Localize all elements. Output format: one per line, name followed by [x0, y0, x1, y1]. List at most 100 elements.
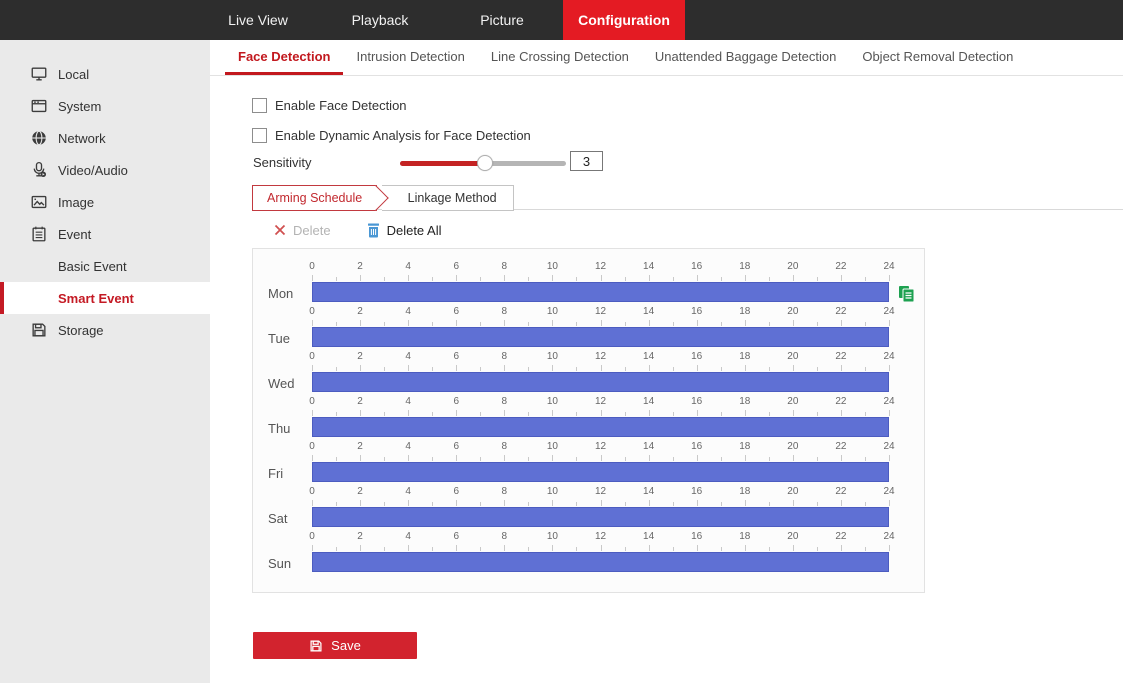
sidebar-item-label: Basic Event: [58, 259, 127, 274]
window-icon: [30, 97, 48, 115]
checkbox-label: Enable Dynamic Analysis for Face Detecti…: [275, 128, 531, 143]
sidebar: Local System Network: [0, 40, 210, 683]
sidebar-item-video-audio[interactable]: Video/Audio: [0, 154, 210, 186]
timeline[interactable]: 024681012141618202224: [312, 351, 889, 392]
save-icon: [309, 639, 323, 653]
nav-picture[interactable]: Picture: [441, 0, 563, 40]
schedule-row-tue: Tue 024681012141618202224: [268, 306, 924, 351]
bar-track[interactable]: [312, 327, 889, 347]
hour-ticks: [312, 545, 889, 551]
sidebar-item-label: System: [58, 99, 101, 114]
sensitivity-fill: [400, 161, 485, 166]
save-button[interactable]: Save: [253, 632, 417, 659]
enable-face-detection-row: Enable Face Detection: [252, 96, 407, 114]
sidebar-item-label: Video/Audio: [58, 163, 128, 178]
schedule-row-wed: Wed024681012141618202224: [268, 351, 924, 396]
microphone-icon: [30, 161, 48, 179]
sidebar-item-label: Storage: [58, 323, 104, 338]
hour-ticks: [312, 275, 889, 281]
tab-face-detection[interactable]: Face Detection: [225, 40, 343, 75]
day-label: Tue: [268, 329, 290, 349]
sidebar-item-system[interactable]: System: [0, 90, 210, 122]
schedule-bar[interactable]: [312, 552, 889, 572]
sensitivity-row: Sensitivity: [253, 153, 853, 173]
schedule-bar[interactable]: [312, 282, 889, 302]
monitor-icon: [30, 65, 48, 83]
image-icon: [30, 193, 48, 211]
schedule-row-sun: Sun 024681012141618202224: [268, 531, 924, 576]
nav-live-view[interactable]: Live View: [197, 0, 319, 40]
top-navigation-bar: Live View Playback Picture Configuration: [0, 0, 1123, 40]
timeline[interactable]: 024681012141618202224: [312, 441, 889, 482]
bar-track[interactable]: [312, 552, 889, 572]
sidebar-item-label: Local: [58, 67, 89, 82]
sidebar-item-network[interactable]: Network: [0, 122, 210, 154]
bar-track[interactable]: [312, 462, 889, 482]
sensitivity-value-input[interactable]: [570, 151, 603, 171]
schedule-bar[interactable]: [312, 327, 889, 347]
hour-ticks: [312, 320, 889, 326]
enable-face-detection-checkbox[interactable]: [252, 98, 267, 113]
checkbox-label: Enable Face Detection: [275, 98, 407, 113]
sidebar-item-label: Image: [58, 195, 94, 210]
hour-ticks: [312, 365, 889, 371]
sidebar-item-basic-event[interactable]: Basic Event: [0, 250, 210, 282]
schedule-row-sat: Sat024681012141618202224: [268, 486, 924, 531]
day-label: Sun: [268, 554, 291, 574]
copy-icon: [898, 285, 915, 303]
timeline[interactable]: 024681012141618202224: [312, 306, 889, 347]
schedule-bar[interactable]: [312, 372, 889, 392]
timeline[interactable]: 024681012141618202224: [312, 531, 889, 572]
sidebar-item-image[interactable]: Image: [0, 186, 210, 218]
bar-track[interactable]: [312, 372, 889, 392]
tab-intrusion-detection[interactable]: Intrusion Detection: [343, 40, 477, 75]
day-label: Thu: [268, 419, 290, 439]
hour-labels: 024681012141618202224: [312, 441, 889, 455]
schedule-bar[interactable]: [312, 462, 889, 482]
hour-labels: 024681012141618202224: [312, 486, 889, 500]
enable-dynamic-analysis-checkbox[interactable]: [252, 128, 267, 143]
nav-configuration[interactable]: Configuration: [563, 0, 685, 40]
bar-track[interactable]: [312, 417, 889, 437]
delete-button[interactable]: Delete: [274, 223, 331, 238]
sensitivity-label: Sensitivity: [253, 155, 312, 170]
copy-schedule-button[interactable]: [898, 285, 915, 303]
save-label: Save: [331, 638, 361, 653]
hour-labels: 024681012141618202224: [312, 261, 889, 275]
schedule-row-mon: Mon 024681012141618202224: [268, 261, 924, 306]
timeline[interactable]: 024681012141618202224: [312, 261, 889, 302]
top-nav: Live View Playback Picture Configuration: [197, 0, 1123, 40]
enable-dynamic-analysis-row: Enable Dynamic Analysis for Face Detecti…: [252, 126, 531, 144]
day-label: Mon: [268, 284, 293, 304]
timeline[interactable]: 024681012141618202224: [312, 396, 889, 437]
subtab-arming-schedule[interactable]: Arming Schedule: [252, 185, 377, 211]
sidebar-item-local[interactable]: Local: [0, 58, 210, 90]
sensitivity-slider[interactable]: [400, 153, 566, 173]
timeline[interactable]: 024681012141618202224: [312, 486, 889, 527]
delete-label: Delete: [293, 223, 331, 238]
trash-icon: [367, 223, 380, 238]
sidebar-item-label: Event: [58, 227, 91, 242]
tab-line-crossing-detection[interactable]: Line Crossing Detection: [478, 40, 642, 75]
schedule-bar[interactable]: [312, 507, 889, 527]
schedule-row-thu: Thu 024681012141618202224: [268, 396, 924, 441]
x-icon: [274, 224, 286, 236]
day-label: Fri: [268, 464, 283, 484]
delete-all-button[interactable]: Delete All: [367, 223, 442, 238]
subtab-linkage-method[interactable]: Linkage Method: [382, 185, 514, 211]
arming-schedule-panel: Mon 024681012141618202224 Tue 024681012141…: [252, 248, 925, 593]
schedule-bar[interactable]: [312, 417, 889, 437]
tab-object-removal-detection[interactable]: Object Removal Detection: [849, 40, 1026, 75]
hour-labels: 024681012141618202224: [312, 396, 889, 410]
sidebar-item-smart-event[interactable]: Smart Event: [0, 282, 210, 314]
sidebar-item-event[interactable]: Event: [0, 218, 210, 250]
nav-playback[interactable]: Playback: [319, 0, 441, 40]
main-content: Face Detection Intrusion Detection Line …: [210, 40, 1123, 683]
hour-ticks: [312, 455, 889, 461]
sidebar-item-storage[interactable]: Storage: [0, 314, 210, 346]
delete-all-label: Delete All: [387, 223, 442, 238]
tab-unattended-baggage-detection[interactable]: Unattended Baggage Detection: [642, 40, 849, 75]
bar-track[interactable]: [312, 282, 889, 302]
sensitivity-thumb[interactable]: [477, 155, 493, 171]
bar-track[interactable]: [312, 507, 889, 527]
